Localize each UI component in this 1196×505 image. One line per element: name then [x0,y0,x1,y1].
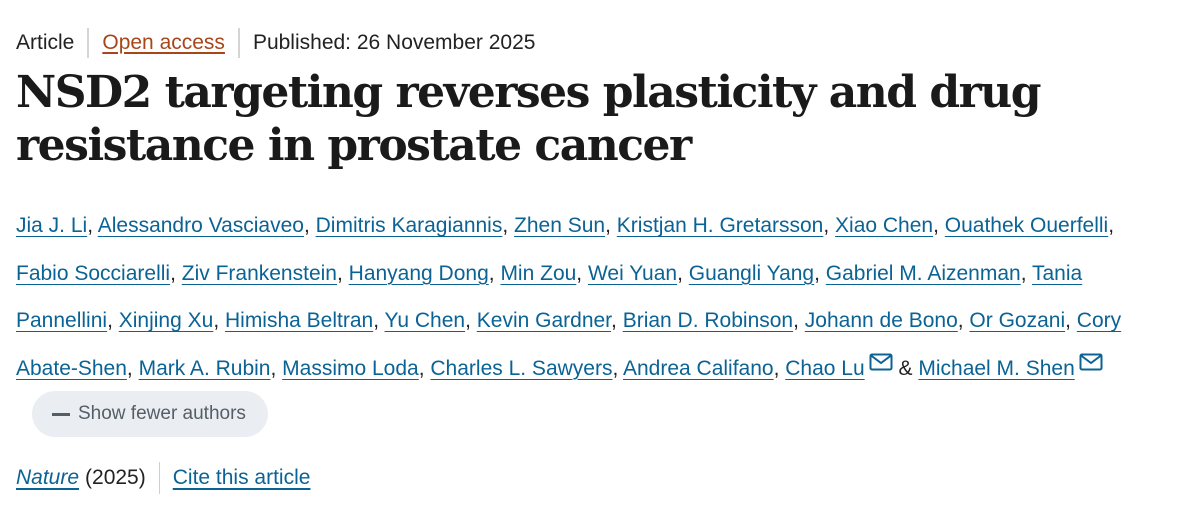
author-link[interactable]: Fabio Socciarelli [16,262,170,285]
meta-divider [237,28,240,58]
citation-line: Nature (2025) Cite this article [16,461,1196,494]
author-link[interactable]: Massimo Loda [282,357,419,380]
author-link[interactable]: Xinjing Xu [119,309,214,332]
article-header: Article Open access Published: 26 Novemb… [0,0,1196,494]
show-fewer-authors-button[interactable]: Show fewer authors [32,391,268,438]
meta-divider [87,28,90,58]
author-link[interactable]: Kristjan H. Gretarsson [617,214,824,237]
author-link[interactable]: Yu Chen [385,309,466,332]
publication-year: (2025) [85,465,146,489]
published-date: Published: 26 November 2025 [252,31,536,54]
author-link[interactable]: Ouathek Ouerfelli [945,214,1108,237]
author-link[interactable]: Himisha Beltran [225,309,373,332]
author-link[interactable]: Dimitris Karagiannis [316,214,503,237]
author-link[interactable]: Min Zou [500,262,576,285]
author-link[interactable]: Charles L. Sawyers [430,357,612,380]
journal-link[interactable]: Nature [16,463,79,493]
cite-article-link[interactable]: Cite this article [173,463,311,493]
author-link[interactable]: Guangli Yang [689,262,814,285]
envelope-icon[interactable] [1079,353,1103,371]
author-link[interactable]: Xiao Chen [835,214,933,237]
author-link[interactable]: Or Gozani [969,309,1065,332]
author-list: Jia J. Li, Alessandro Vasciaveo, Dimitri… [16,202,1156,440]
author-link[interactable]: Gabriel M. Aizenman [826,262,1021,285]
article-type: Article [16,31,75,54]
envelope-icon[interactable] [869,353,893,371]
author-link[interactable]: Mark A. Rubin [139,357,271,380]
article-meta: Article Open access Published: 26 Novemb… [16,28,1196,58]
author-link[interactable]: Wei Yuan [588,262,677,285]
author-link[interactable]: Ziv Frankenstein [182,262,337,285]
open-access-link[interactable]: Open access [102,28,225,58]
author-link[interactable]: Jia J. Li [16,214,87,237]
show-fewer-authors-label: Show fewer authors [78,403,246,425]
author-link[interactable]: Johann de Bono [805,309,958,332]
author-link[interactable]: Kevin Gardner [477,309,611,332]
author-link[interactable]: Michael M. Shen [918,357,1074,380]
author-link[interactable]: Hanyang Dong [349,262,489,285]
author-link[interactable]: Chao Lu [785,357,864,380]
author-link[interactable]: Andrea Califano [623,357,774,380]
minus-icon [52,412,70,416]
footer-divider [158,461,160,494]
author-ampersand: & [892,356,919,380]
article-title: NSD2 targeting reverses plasticity and d… [16,67,1042,171]
author-link[interactable]: Brian D. Robinson [623,309,793,332]
author-link[interactable]: Alessandro Vasciaveo [98,214,304,237]
author-link[interactable]: Zhen Sun [514,214,605,237]
